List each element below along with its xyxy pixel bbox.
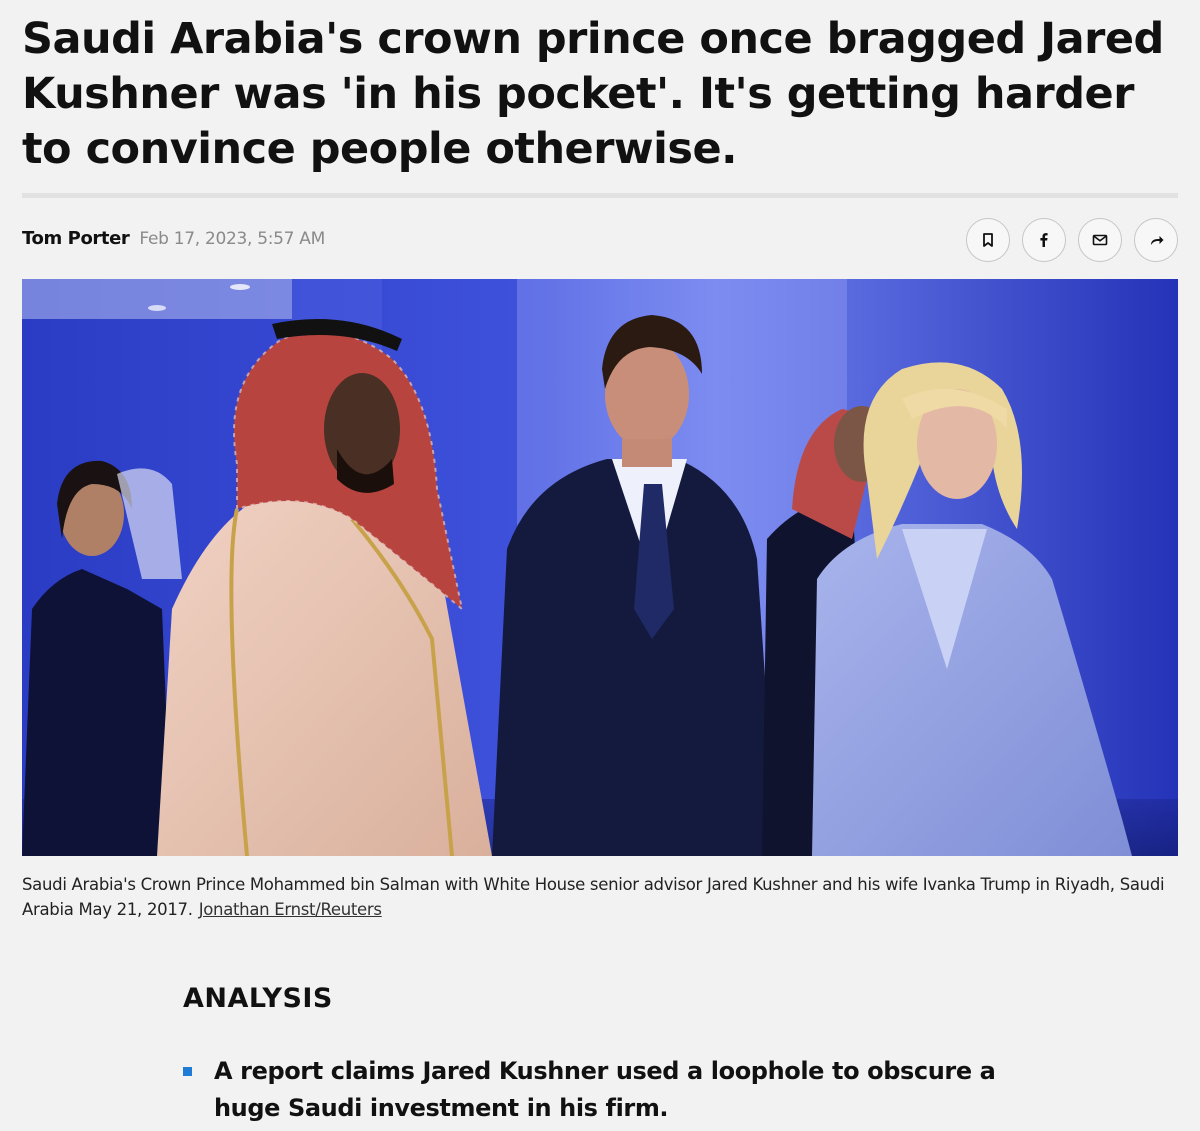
author-name[interactable]: Tom Porter xyxy=(22,228,130,249)
photo-credit-link[interactable]: Jonathan Ernst/Reuters xyxy=(199,900,382,919)
photo-caption: Saudi Arabia's Crown Prince Mohammed bin… xyxy=(22,872,1182,922)
facebook-share-button[interactable] xyxy=(1022,218,1066,262)
email-share-button[interactable] xyxy=(1078,218,1122,262)
article-type-label: ANALYSIS xyxy=(183,983,333,1014)
hero-photo-illustration xyxy=(22,279,1178,856)
key-point: A report claims Jared Kushner used a loo… xyxy=(183,1053,1063,1127)
key-points-list: A report claims Jared Kushner used a loo… xyxy=(183,1053,1063,1127)
headline: Saudi Arabia's crown prince once bragged… xyxy=(22,14,1164,174)
bookmark-icon xyxy=(983,233,993,247)
email-icon xyxy=(1092,234,1108,246)
hero-photo[interactable] xyxy=(22,279,1178,856)
share-bar xyxy=(966,218,1178,262)
bullet-square-icon xyxy=(183,1067,192,1076)
share-button[interactable] xyxy=(1134,218,1178,262)
publish-date: Feb 17, 2023, 5:57 AM xyxy=(139,229,325,249)
facebook-icon xyxy=(1040,233,1048,247)
bookmark-button[interactable] xyxy=(966,218,1010,262)
caption-text: Saudi Arabia's Crown Prince Mohammed bin… xyxy=(22,875,1165,919)
key-point-text: A report claims Jared Kushner used a loo… xyxy=(214,1057,996,1122)
divider xyxy=(22,193,1178,198)
share-arrow-icon xyxy=(1151,236,1164,245)
byline: Tom Porter Feb 17, 2023, 5:57 AM xyxy=(22,228,325,249)
